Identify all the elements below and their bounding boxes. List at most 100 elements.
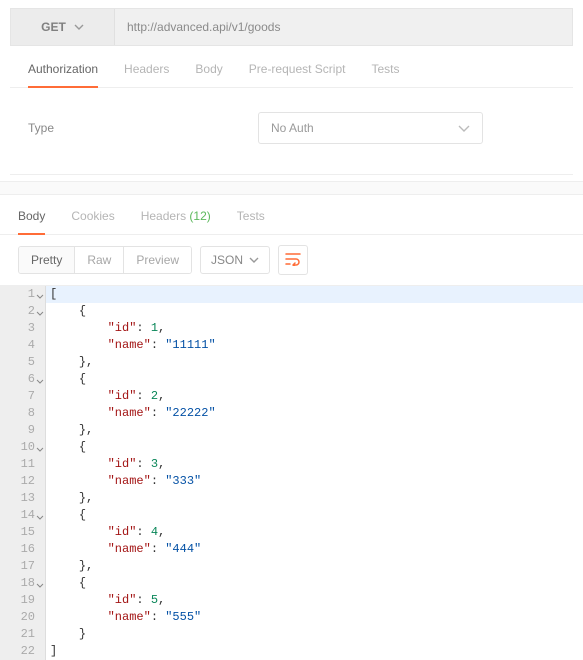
response-headers-label: Headers: [141, 209, 186, 223]
response-format-select[interactable]: JSON: [200, 246, 270, 274]
code-line[interactable]: 19 "id": 5,: [0, 592, 583, 609]
line-number: 16: [0, 541, 46, 558]
chevron-down-icon: [74, 24, 84, 30]
line-content: "name": "22222": [46, 405, 216, 422]
tab-headers[interactable]: Headers: [124, 62, 169, 87]
code-line[interactable]: 4 "name": "11111": [0, 337, 583, 354]
code-line[interactable]: 11 "id": 3,: [0, 456, 583, 473]
line-number: 14: [0, 507, 46, 524]
section-divider: [0, 181, 583, 195]
request-url-input[interactable]: [115, 9, 572, 45]
line-content: [: [46, 286, 583, 303]
line-content: "id": 3,: [46, 456, 165, 473]
code-line[interactable]: 12 "name": "333": [0, 473, 583, 490]
line-content: "id": 2,: [46, 388, 165, 405]
line-number: 2: [0, 303, 46, 320]
wrap-lines-button[interactable]: [278, 245, 308, 275]
line-content: "name": "555": [46, 609, 201, 626]
view-raw-button[interactable]: Raw: [75, 247, 124, 273]
auth-type-value: No Auth: [271, 121, 314, 135]
code-line[interactable]: 8 "name": "22222": [0, 405, 583, 422]
wrap-icon: [285, 252, 301, 269]
code-line[interactable]: 5 },: [0, 354, 583, 371]
line-number: 22: [0, 643, 46, 660]
tab-response-cookies[interactable]: Cookies: [71, 209, 114, 234]
code-line[interactable]: 22]: [0, 643, 583, 660]
code-line[interactable]: 16 "name": "444": [0, 541, 583, 558]
line-content: {: [46, 303, 86, 320]
view-pretty-button[interactable]: Pretty: [19, 247, 75, 273]
code-line[interactable]: 20 "name": "555": [0, 609, 583, 626]
code-line[interactable]: 15 "id": 4,: [0, 524, 583, 541]
code-line[interactable]: 10 {: [0, 439, 583, 456]
code-line[interactable]: 14 {: [0, 507, 583, 524]
tab-pre-request-script[interactable]: Pre-request Script: [249, 62, 346, 87]
response-format-label: JSON: [211, 253, 243, 267]
line-content: "id": 1,: [46, 320, 165, 337]
line-content: },: [46, 490, 93, 507]
auth-type-label: Type: [28, 121, 258, 135]
request-bar: GET: [10, 8, 573, 46]
response-toolbar: Pretty Raw Preview JSON: [0, 235, 583, 285]
tab-response-body[interactable]: Body: [18, 209, 45, 235]
code-line[interactable]: 7 "id": 2,: [0, 388, 583, 405]
code-line[interactable]: 9 },: [0, 422, 583, 439]
line-number: 8: [0, 405, 46, 422]
line-number: 10: [0, 439, 46, 456]
line-content: "name": "11111": [46, 337, 216, 354]
line-number: 5: [0, 354, 46, 371]
line-content: },: [46, 422, 93, 439]
code-line[interactable]: 21 }: [0, 626, 583, 643]
line-content: {: [46, 575, 86, 592]
http-method-label: GET: [41, 20, 66, 34]
line-number: 20: [0, 609, 46, 626]
line-number: 13: [0, 490, 46, 507]
line-content: },: [46, 354, 93, 371]
authorization-panel: Type No Auth: [10, 88, 573, 175]
code-line[interactable]: 3 "id": 1,: [0, 320, 583, 337]
line-number: 9: [0, 422, 46, 439]
line-number: 7: [0, 388, 46, 405]
line-content: "name": "444": [46, 541, 201, 558]
line-number: 18: [0, 575, 46, 592]
code-line[interactable]: 17 },: [0, 558, 583, 575]
response-headers-count: (12): [189, 209, 210, 223]
tab-response-tests[interactable]: Tests: [237, 209, 265, 234]
code-line[interactable]: 18 {: [0, 575, 583, 592]
tab-tests[interactable]: Tests: [371, 62, 399, 87]
line-content: {: [46, 371, 86, 388]
line-number: 12: [0, 473, 46, 490]
response-tabs: Body Cookies Headers (12) Tests: [0, 195, 583, 235]
line-content: "id": 4,: [46, 524, 165, 541]
tab-authorization[interactable]: Authorization: [28, 62, 98, 88]
auth-type-select[interactable]: No Auth: [258, 112, 483, 144]
code-line[interactable]: 13 },: [0, 490, 583, 507]
line-content: "id": 5,: [46, 592, 165, 609]
line-number: 21: [0, 626, 46, 643]
line-number: 11: [0, 456, 46, 473]
line-number: 6: [0, 371, 46, 388]
line-content: "name": "333": [46, 473, 201, 490]
view-preview-button[interactable]: Preview: [124, 247, 191, 273]
response-body-editor[interactable]: 1[2 {3 "id": 1,4 "name": "11111"5 },6 {7…: [0, 285, 583, 660]
line-number: 17: [0, 558, 46, 575]
line-number: 15: [0, 524, 46, 541]
chevron-down-icon: [458, 125, 470, 132]
line-content: {: [46, 439, 86, 456]
tab-response-headers[interactable]: Headers (12): [141, 209, 211, 234]
code-line[interactable]: 6 {: [0, 371, 583, 388]
view-mode-group: Pretty Raw Preview: [18, 246, 192, 274]
line-content: {: [46, 507, 86, 524]
request-tabs: Authorization Headers Body Pre-request S…: [10, 46, 573, 88]
line-content: },: [46, 558, 93, 575]
line-number: 1: [0, 286, 46, 303]
chevron-down-icon: [249, 257, 259, 263]
line-content: ]: [46, 643, 57, 660]
code-line[interactable]: 1[: [0, 286, 583, 303]
http-method-select[interactable]: GET: [11, 9, 115, 45]
tab-body[interactable]: Body: [195, 62, 222, 87]
code-line[interactable]: 2 {: [0, 303, 583, 320]
line-number: 19: [0, 592, 46, 609]
line-number: 3: [0, 320, 46, 337]
line-number: 4: [0, 337, 46, 354]
